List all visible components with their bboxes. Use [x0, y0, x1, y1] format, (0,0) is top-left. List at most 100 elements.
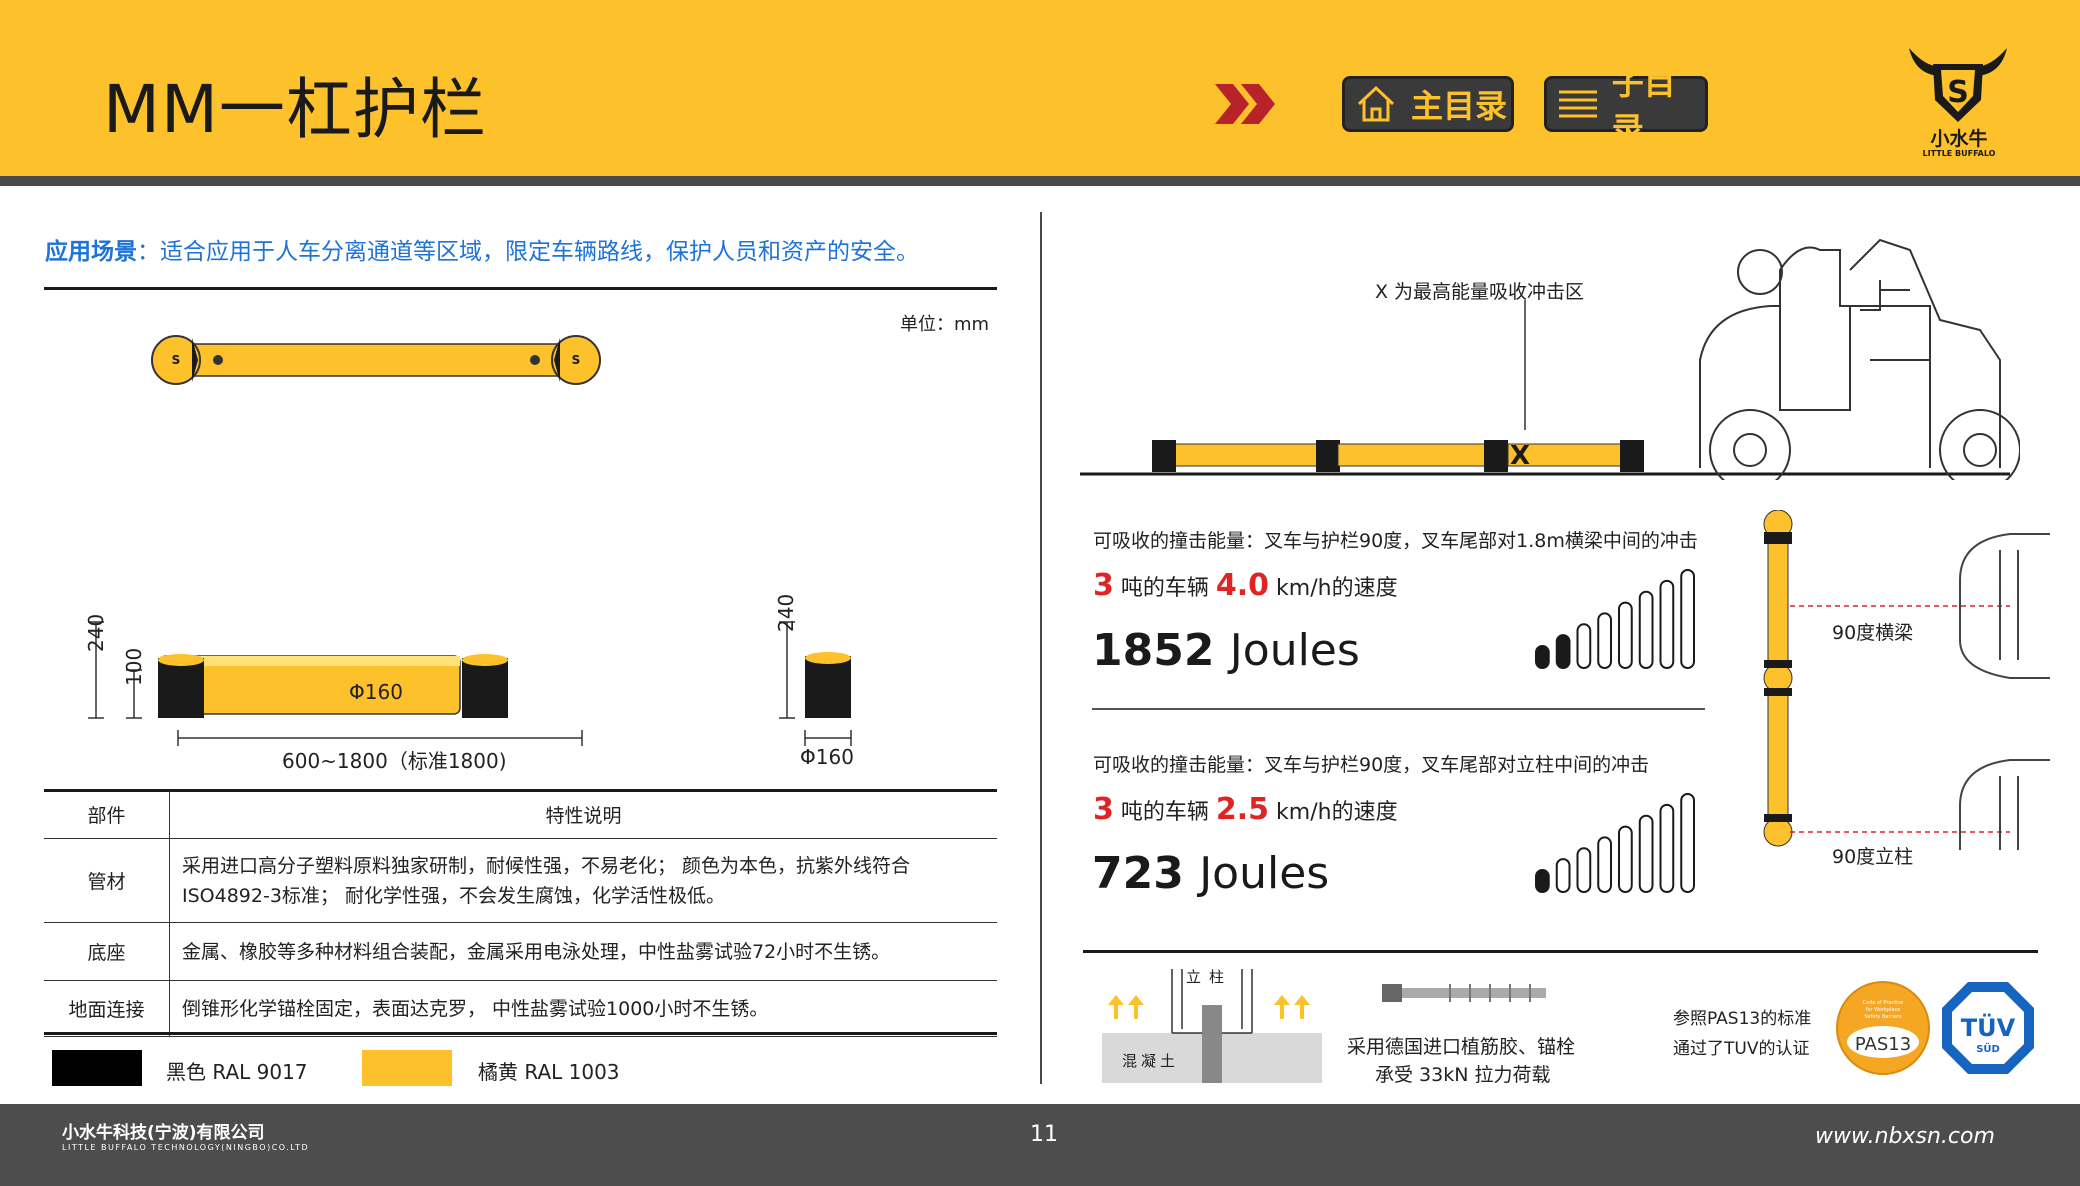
post-label: 90度立柱: [1832, 846, 1914, 868]
row-part: 管材: [44, 838, 170, 923]
svg-text:S: S: [572, 353, 581, 367]
header-stripe: [0, 176, 2080, 186]
impact-joules: 723 Joules: [1092, 848, 1329, 899]
spec-table: 部件 特性说明 管材 采用进口高分子塑料原料独家研制，耐候性强，不易老化； 颜色…: [44, 791, 997, 1037]
row-desc: 采用进口高分子塑料原料独家研制，耐候性强，不易老化； 颜色为本色，抗紫外线符合 I…: [169, 838, 997, 923]
buffalo-logo-icon: S: [1909, 48, 2007, 122]
table-bottom-rule: [44, 1032, 997, 1035]
impact-joules-value: 723: [1092, 848, 1184, 899]
dim-100: 100: [122, 647, 146, 686]
anchor-concrete-label: 混凝土: [1122, 1052, 1180, 1070]
impact-joules-unit: Joules: [1199, 848, 1330, 899]
row-desc-line: ISO4892-3标准； 耐化学性强，不会发生腐蚀，化学活性极低。: [182, 884, 725, 907]
impact-desc: 可吸收的撞击能量：叉车与护栏90度，叉车尾部对1.8m横梁中间的冲击: [1093, 530, 1698, 552]
scene-label: 应用场景: [45, 239, 137, 265]
impact-tons: 3: [1093, 568, 1114, 603]
sub-menu-button[interactable]: 子目录: [1544, 64, 1708, 148]
energy-bar-filled: [1555, 634, 1571, 670]
impact-speed-text: km/h的速度: [1276, 576, 1398, 601]
svg-text:PAS13: PAS13: [1855, 1034, 1911, 1055]
impact-speed: 3 吨的车辆 4.0 km/h的速度: [1093, 568, 1398, 603]
table-row: 底座 金属、橡胶等多种材料组合装配，金属采用电泳处理，中性盐雾试验72小时不生锈…: [44, 922, 997, 981]
row-desc-line: 金属、橡胶等多种材料组合装配，金属采用电泳处理，中性盐雾试验72小时不生锈。: [182, 940, 891, 963]
page-title: MM一杠护栏: [103, 71, 487, 148]
color-label-black: 黑色 RAL 9017: [166, 1060, 308, 1084]
svg-text:Safety Barriers: Safety Barriers: [1864, 1014, 1902, 1020]
tuv-badge-icon: TÜV SÜD: [1942, 982, 2034, 1074]
color-label-yellow: 橘黄 RAL 1003: [478, 1060, 620, 1084]
scene-text: ：适合应用于人车分离通道等区域，限定车辆路线，保护人员和资产的安全。: [137, 239, 919, 265]
logo-subtitle: LITTLE BUFFALO: [1922, 149, 1996, 158]
svg-text:for Workplace: for Workplace: [1866, 1007, 1901, 1013]
impact-speed-text: km/h的速度: [1276, 800, 1398, 825]
home-icon: [1357, 85, 1395, 122]
svg-text:X: X: [1510, 441, 1530, 471]
impact-divider: [1092, 708, 1705, 710]
energy-bar-empty: [1555, 858, 1571, 894]
vertical-divider: [1040, 212, 1042, 1084]
row-part: 地面连接: [44, 980, 170, 1037]
color-swatch-yellow: [362, 1050, 452, 1086]
impact-speed-value: 4.0: [1215, 568, 1270, 603]
svg-text:SÜD: SÜD: [1976, 1041, 2000, 1055]
page-number: 11: [1030, 1122, 1058, 1147]
energy-bar-empty: [1576, 847, 1592, 893]
main-menu-button[interactable]: 主目录: [1342, 76, 1514, 132]
energy-bar-filled: [1535, 869, 1550, 893]
energy-bar-empty: [1618, 825, 1633, 894]
forklift-scene: X: [1080, 238, 2020, 480]
energy-bar-empty: [1680, 793, 1695, 893]
energy-bar-empty: [1597, 836, 1612, 893]
anchor-bolt-icon: [1382, 984, 1546, 1002]
row-desc-line: 倒锥形化学锚栓固定，表面达克罗， 中性盐雾试验1000小时不生锈。: [182, 997, 769, 1020]
anchor-post-label: 立柱: [1186, 968, 1233, 986]
impact-joules: 1852 Joules: [1092, 625, 1360, 676]
dim-240-side: 240: [774, 593, 798, 632]
dim-length: 600~1800（标准1800): [282, 749, 507, 773]
energy-bar-empty: [1576, 623, 1592, 669]
row-desc-line: 采用进口高分子塑料原料独家研制，耐候性强，不易老化； 颜色为本色，抗紫外线符合: [182, 854, 911, 877]
impact-tons-text: 吨的车辆: [1120, 576, 1209, 601]
unit-label: 单位：mm: [900, 314, 990, 335]
svg-text:S: S: [1947, 75, 1969, 110]
table-row: 地面连接 倒锥形化学锚栓固定，表面达克罗， 中性盐雾试验1000小时不生锈。: [44, 980, 997, 1037]
dim-phi160-post: Φ160: [570, 670, 594, 724]
table-row: 管材 采用进口高分子塑料原料独家研制，耐候性强，不易老化； 颜色为本色，抗紫外线…: [44, 838, 997, 923]
divider: [44, 287, 997, 290]
svg-text:TÜV: TÜV: [1961, 1012, 2016, 1042]
barrier-impact-diagram: [1763, 510, 2050, 850]
impact-joules-unit: Joules: [1229, 625, 1360, 676]
barrier-top-view: S S: [151, 335, 601, 385]
cert-text-2: 通过了TUV的认证: [1673, 1039, 1810, 1059]
energy-bar-empty: [1638, 814, 1654, 893]
svg-text:S: S: [172, 353, 181, 367]
energy-bar-empty: [1680, 569, 1695, 669]
list-icon: [1559, 90, 1597, 118]
impact-desc: 可吸收的撞击能量：叉车与护栏90度，叉车尾部对立柱中间的冲击: [1093, 754, 1650, 776]
main-menu-label: 主目录: [1411, 87, 1508, 125]
dim-240: 240: [84, 613, 108, 652]
beam-label: 90度横梁: [1832, 622, 1914, 644]
footer-company: 小水牛科技(宁波)有限公司: [62, 1123, 265, 1143]
energy-bar-empty: [1638, 590, 1654, 669]
footer-url: www.nbxsn.com: [1815, 1124, 1995, 1149]
energy-bar-empty: [1618, 601, 1633, 670]
pas13-badge-icon: PAS13 Code of Practice for Workplace Saf…: [1836, 981, 1930, 1075]
impact-joules-value: 1852: [1092, 625, 1215, 676]
anchor-text-2: 承受 33kN 拉力荷载: [1375, 1064, 1551, 1086]
logo-name: 小水牛: [1930, 128, 1988, 150]
cert-text-1: 参照PAS13的标准: [1673, 1009, 1812, 1029]
anchor-text-1: 采用德国进口植筋胶、锚栓: [1347, 1036, 1576, 1058]
impact-speed-value: 2.5: [1215, 792, 1270, 827]
application-scene: 应用场景：适合应用于人车分离通道等区域，限定车辆路线，保护人员和资产的安全。: [45, 232, 919, 266]
energy-bar-empty: [1659, 803, 1675, 894]
header-part: 部件: [44, 791, 170, 839]
impact-tons: 3: [1093, 792, 1114, 827]
table-header-row: 部件 特性说明: [44, 791, 997, 839]
svg-text:Code of Practice: Code of Practice: [1863, 1000, 1904, 1006]
row-desc: 金属、橡胶等多种材料组合装配，金属采用电泳处理，中性盐雾试验72小时不生锈。: [169, 922, 997, 981]
row-desc: 倒锥形化学锚栓固定，表面达克罗， 中性盐雾试验1000小时不生锈。: [169, 980, 997, 1037]
double-chevron-icon: [1215, 84, 1275, 124]
energy-bar-filled: [1535, 645, 1550, 669]
dim-phi160-bar: Φ160: [349, 680, 403, 704]
